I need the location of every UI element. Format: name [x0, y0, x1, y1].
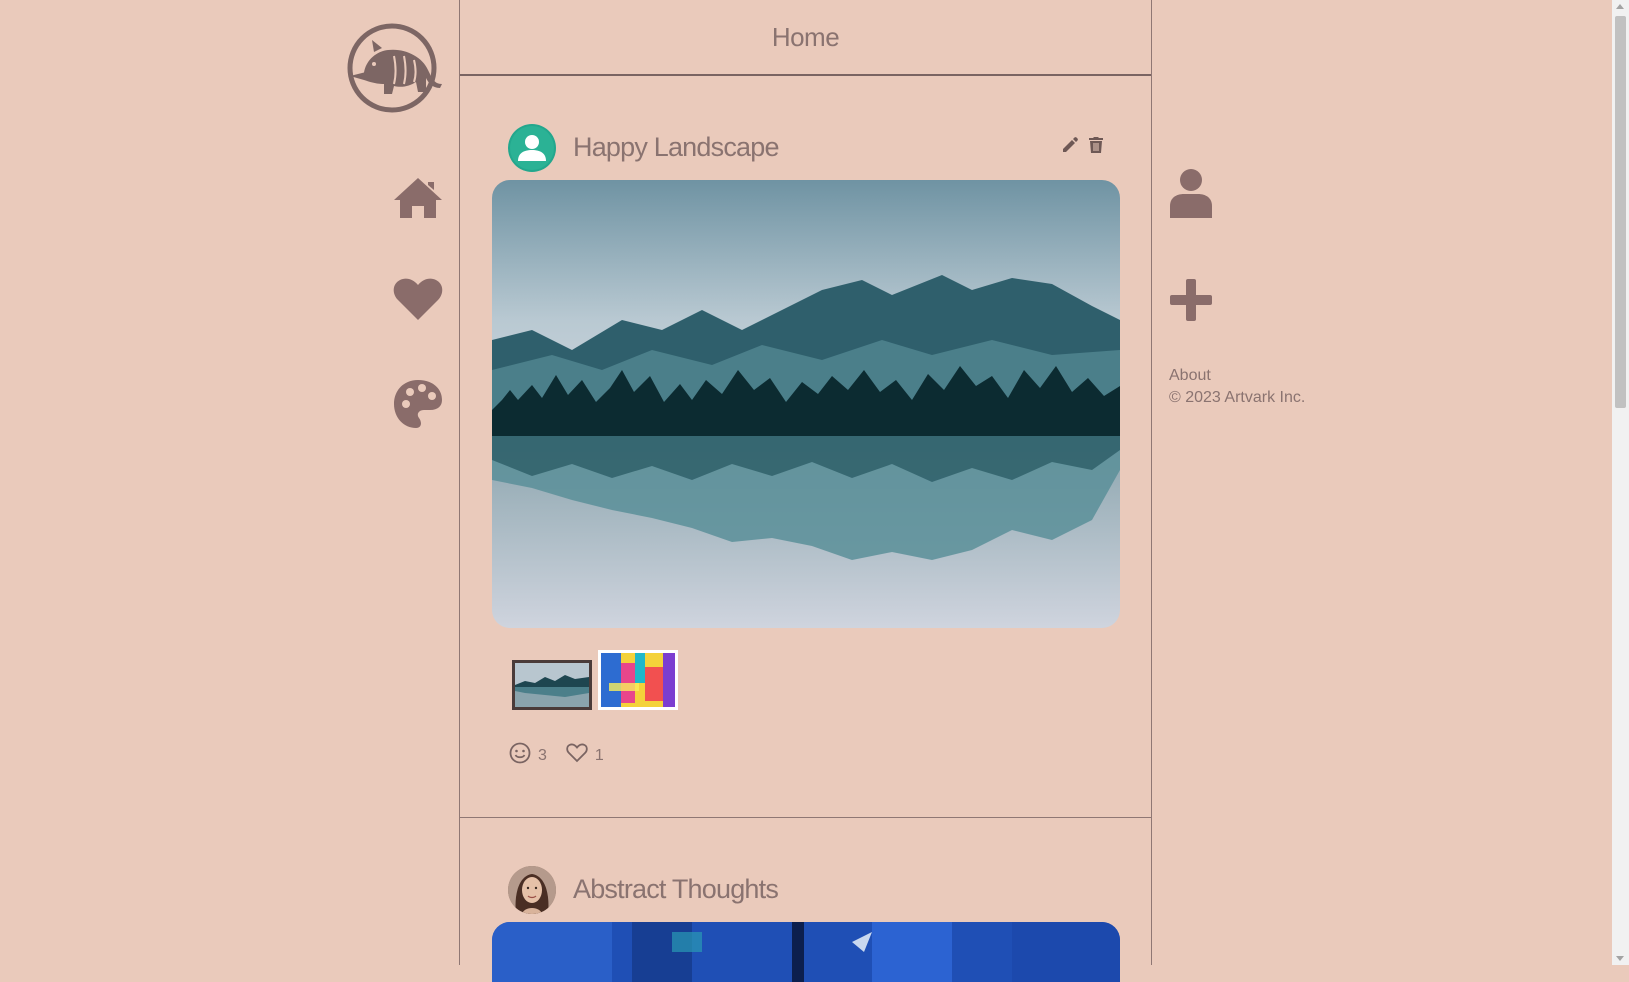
scroll-up-icon[interactable] [1616, 4, 1624, 9]
trash-icon[interactable] [1087, 136, 1105, 154]
heart-count: 1 [594, 747, 604, 764]
post-title[interactable]: Abstract Thoughts [573, 874, 779, 905]
heart-outline-icon [566, 743, 588, 763]
thumbnail-landscape[interactable] [512, 660, 592, 710]
post-actions [1061, 136, 1105, 154]
heart-icon[interactable] [392, 274, 444, 326]
palette-icon[interactable] [392, 378, 444, 430]
plus-icon[interactable] [1168, 277, 1214, 323]
about-link[interactable]: About [1169, 365, 1305, 387]
page-title: Home [771, 21, 840, 52]
heart-reaction[interactable]: 1 [565, 741, 604, 765]
avatar[interactable] [508, 124, 556, 172]
smile-icon [509, 742, 531, 764]
smile-reaction[interactable]: 3 [508, 741, 547, 765]
footer-info: About © 2023 Artvark Inc. [1169, 365, 1305, 409]
reactions-bar: 3 1 [508, 741, 604, 765]
thumbnail-strip [512, 650, 678, 710]
page-scrollbar[interactable] [1612, 0, 1629, 965]
page-header: Home [460, 0, 1151, 76]
scroll-down-icon[interactable] [1616, 956, 1624, 961]
avatar[interactable] [508, 866, 556, 914]
thumbnail-abstract[interactable] [598, 650, 678, 710]
user-icon[interactable] [1168, 168, 1214, 218]
post-title[interactable]: Happy Landscape [573, 132, 779, 163]
right-sidebar: About © 2023 Artvark Inc. [1152, 0, 1612, 965]
copyright-text: © 2023 Artvark Inc. [1169, 389, 1306, 406]
post-main-image[interactable] [492, 180, 1120, 628]
post-card: Happy Landscape 3 1 [460, 76, 1151, 818]
left-nav [0, 0, 459, 965]
smile-count: 3 [538, 747, 547, 764]
scroll-thumb[interactable] [1615, 16, 1626, 408]
pencil-icon[interactable] [1061, 136, 1079, 154]
home-icon[interactable] [392, 172, 444, 224]
post-main-image[interactable] [492, 922, 1120, 982]
artvark-logo-icon[interactable] [344, 22, 446, 114]
main-feed: Home Happy Landscape 3 1 Abstract Though… [459, 0, 1152, 982]
